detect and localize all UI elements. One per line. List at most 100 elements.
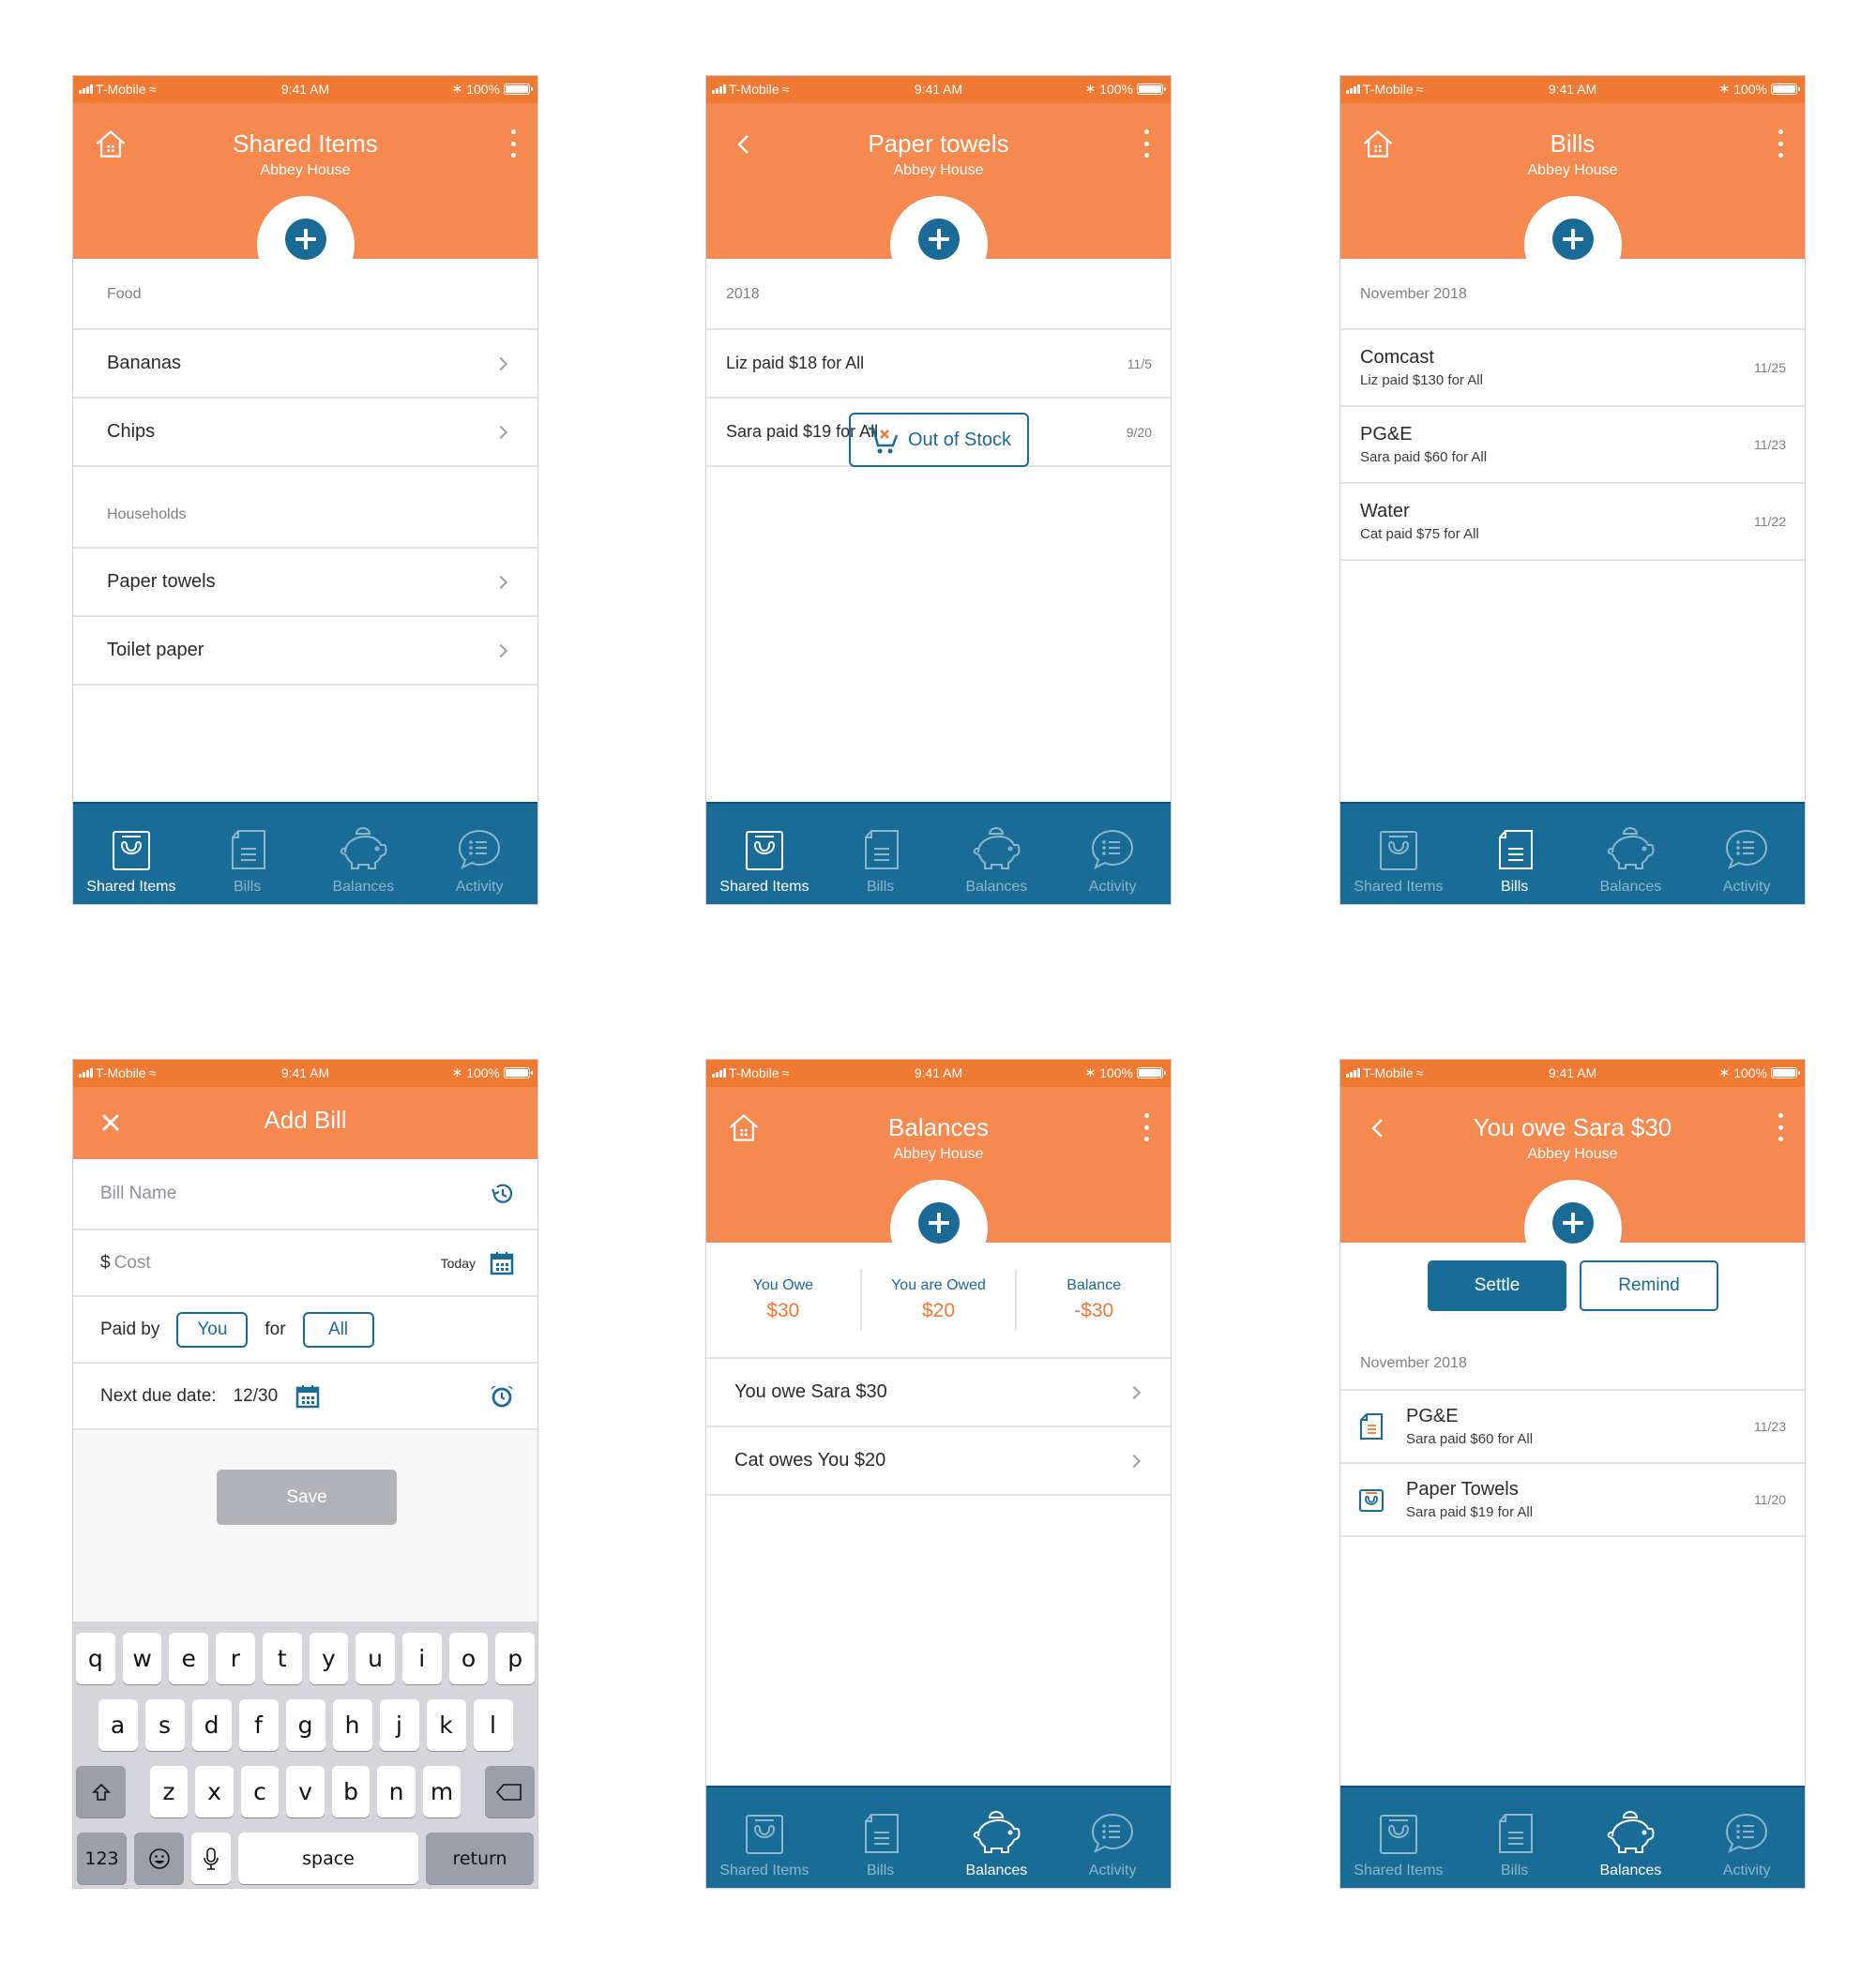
plus-icon bbox=[929, 229, 949, 249]
tab-bills[interactable]: Bills bbox=[1457, 1787, 1573, 1888]
key-z[interactable]: z bbox=[149, 1766, 189, 1818]
key-u[interactable]: u bbox=[356, 1633, 395, 1684]
save-button[interactable]: Save bbox=[217, 1470, 397, 1525]
list-item[interactable]: Bananas bbox=[73, 330, 537, 399]
key-b[interactable]: b bbox=[331, 1766, 371, 1818]
add-button[interactable] bbox=[1552, 219, 1594, 260]
key-d[interactable]: d bbox=[191, 1699, 232, 1751]
tab-balances[interactable]: Balances bbox=[1573, 1787, 1689, 1888]
key-e[interactable]: e bbox=[169, 1633, 209, 1684]
add-button[interactable] bbox=[1552, 1202, 1594, 1244]
key-s[interactable]: s bbox=[144, 1699, 185, 1751]
balance-row[interactable]: You owe Sara $30 bbox=[706, 1359, 1171, 1427]
battery-percent: 100% bbox=[1099, 81, 1133, 97]
tab-bills[interactable]: Bills bbox=[823, 804, 939, 904]
list-item[interactable]: Chips bbox=[73, 399, 537, 467]
key-n[interactable]: n bbox=[377, 1766, 416, 1818]
tab-activity[interactable]: Activity bbox=[421, 804, 537, 904]
tab-bills[interactable]: Bills bbox=[823, 1787, 939, 1888]
numbers-key[interactable]: 123 bbox=[77, 1833, 127, 1884]
piggy-bank-icon bbox=[971, 824, 1021, 871]
section-header: November 2018 bbox=[1340, 1324, 1805, 1391]
return-key[interactable]: return bbox=[426, 1833, 534, 1884]
tab-bar: Shared Items Bills Balances Activity bbox=[1340, 802, 1805, 904]
more-options-icon[interactable] bbox=[1141, 129, 1152, 158]
shared-items-list: Food Bananas Chips Households Paper towe… bbox=[73, 259, 537, 686]
next-due-value[interactable]: 12/30 bbox=[234, 1386, 279, 1407]
tab-shared-items[interactable]: Shared Items bbox=[706, 1787, 823, 1888]
key-k[interactable]: k bbox=[426, 1699, 466, 1751]
key-l[interactable]: l bbox=[473, 1699, 513, 1751]
tab-shared-items[interactable]: Shared Items bbox=[1340, 1787, 1457, 1888]
add-button[interactable] bbox=[285, 219, 326, 260]
delete-key[interactable] bbox=[484, 1766, 535, 1818]
key-p[interactable]: p bbox=[495, 1633, 536, 1684]
split-for-selector[interactable]: All bbox=[302, 1311, 374, 1348]
add-button[interactable] bbox=[918, 219, 960, 260]
key-f[interactable]: f bbox=[238, 1699, 279, 1751]
remind-button[interactable]: Remind bbox=[1580, 1260, 1718, 1311]
page-subtitle: Abbey House bbox=[260, 162, 351, 178]
chevron-right-icon bbox=[493, 356, 508, 370]
tab-activity[interactable]: Activity bbox=[1054, 1787, 1171, 1888]
tab-shared-items[interactable]: Shared Items bbox=[706, 804, 823, 904]
more-options-icon[interactable] bbox=[1141, 1113, 1152, 1141]
settle-button[interactable]: Settle bbox=[1428, 1260, 1566, 1311]
tab-bills[interactable]: Bills bbox=[189, 804, 306, 904]
paid-by-selector[interactable]: You bbox=[176, 1311, 249, 1348]
tab-activity[interactable]: Activity bbox=[1688, 804, 1805, 904]
more-options-icon[interactable] bbox=[507, 129, 519, 158]
history-icon[interactable] bbox=[489, 1181, 515, 1207]
calendar-icon[interactable] bbox=[295, 1383, 321, 1410]
cost-field[interactable]: $ Cost Today bbox=[73, 1230, 537, 1297]
space-key[interactable]: space bbox=[238, 1833, 418, 1884]
key-x[interactable]: x bbox=[195, 1766, 234, 1818]
list-item[interactable]: Paper towels bbox=[73, 549, 537, 617]
key-i[interactable]: i bbox=[401, 1633, 442, 1684]
out-of-stock-button[interactable]: Out of Stock bbox=[849, 413, 1029, 467]
key-v[interactable]: v bbox=[286, 1766, 325, 1818]
tab-activity[interactable]: Activity bbox=[1054, 804, 1171, 904]
shift-key[interactable] bbox=[76, 1766, 127, 1818]
more-options-icon[interactable] bbox=[1775, 1113, 1786, 1141]
add-button[interactable] bbox=[918, 1202, 960, 1244]
emoji-key[interactable] bbox=[134, 1833, 184, 1884]
bill-row[interactable]: PG&E Sara paid $60 for All 11/23 bbox=[1340, 407, 1805, 484]
key-a[interactable]: a bbox=[98, 1699, 138, 1751]
tab-balances[interactable]: Balances bbox=[306, 804, 422, 904]
key-w[interactable]: w bbox=[122, 1633, 162, 1684]
tab-balances[interactable]: Balances bbox=[1573, 804, 1689, 904]
key-y[interactable]: y bbox=[309, 1633, 349, 1684]
alarm-clock-icon[interactable] bbox=[489, 1383, 515, 1410]
tab-balances[interactable]: Balances bbox=[939, 1787, 1055, 1888]
bill-row[interactable]: Comcast Liz paid $130 for All 11/25 bbox=[1340, 330, 1805, 407]
key-m[interactable]: m bbox=[422, 1766, 461, 1818]
key-g[interactable]: g bbox=[285, 1699, 325, 1751]
tab-shared-items[interactable]: Shared Items bbox=[73, 804, 189, 904]
bill-row[interactable]: Water Cat paid $75 for All 11/22 bbox=[1340, 484, 1805, 561]
key-h[interactable]: h bbox=[332, 1699, 372, 1751]
balance-row[interactable]: Cat owes You $20 bbox=[706, 1427, 1171, 1496]
bill-name-field[interactable]: Bill Name bbox=[73, 1159, 537, 1230]
transaction-row[interactable]: Paper Towels Sara paid $19 for All 11/20 bbox=[1340, 1464, 1805, 1537]
entry-date: 11/5 bbox=[1127, 355, 1152, 371]
key-r[interactable]: r bbox=[216, 1633, 255, 1684]
tab-shared-items[interactable]: Shared Items bbox=[1340, 804, 1457, 904]
calendar-icon[interactable] bbox=[489, 1250, 515, 1276]
key-o[interactable]: o bbox=[448, 1633, 489, 1684]
list-item[interactable]: Toilet paper bbox=[73, 617, 537, 686]
date-value: Today bbox=[440, 1255, 476, 1271]
key-q[interactable]: q bbox=[75, 1633, 115, 1684]
transaction-date: 11/20 bbox=[1754, 1492, 1786, 1507]
more-options-icon[interactable] bbox=[1775, 129, 1786, 158]
key-j[interactable]: j bbox=[379, 1699, 419, 1751]
key-t[interactable]: t bbox=[262, 1633, 302, 1684]
transaction-row[interactable]: PG&E Sara paid $60 for All 11/23 bbox=[1340, 1391, 1805, 1464]
microphone-key[interactable] bbox=[191, 1833, 231, 1884]
key-c[interactable]: c bbox=[240, 1766, 280, 1818]
tab-activity[interactable]: Activity bbox=[1688, 1787, 1805, 1888]
tab-bills[interactable]: Bills bbox=[1457, 804, 1573, 904]
list-item[interactable]: Liz paid $18 for All 11/5 bbox=[706, 330, 1171, 399]
chat-list-icon bbox=[1724, 1812, 1769, 1855]
tab-balances[interactable]: Balances bbox=[939, 804, 1055, 904]
